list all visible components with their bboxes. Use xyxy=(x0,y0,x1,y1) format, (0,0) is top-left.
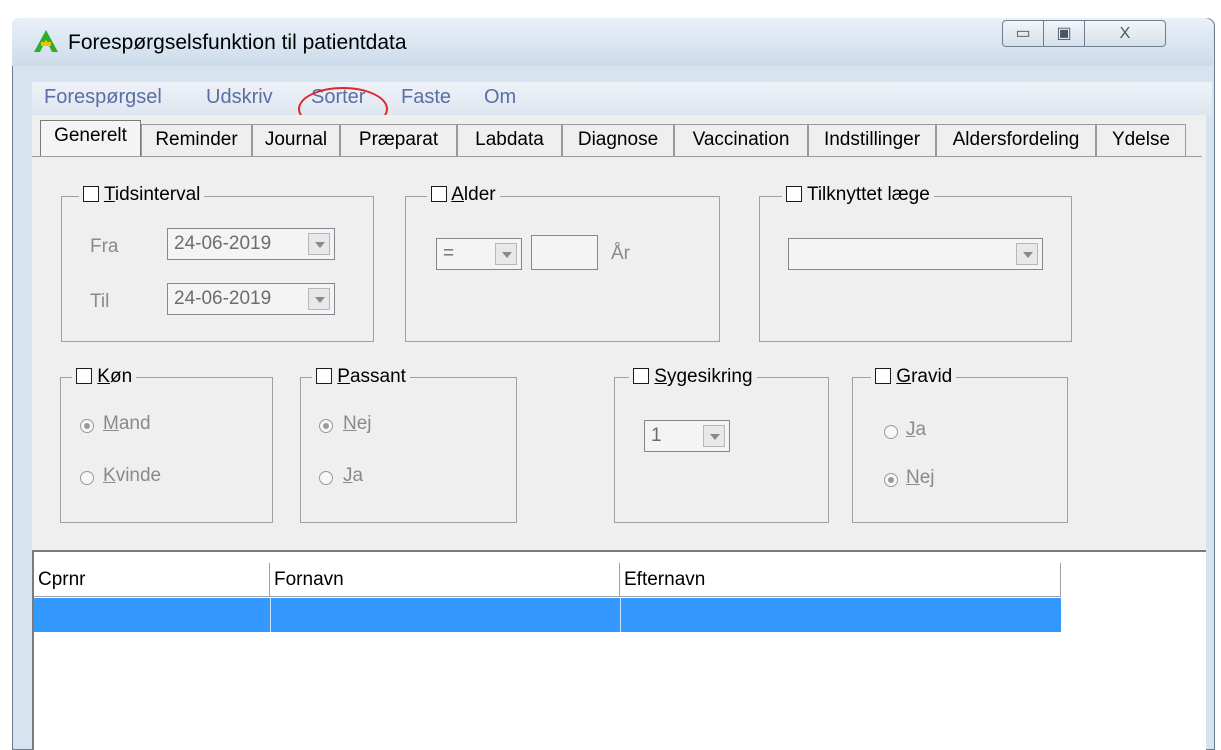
tab-labdata[interactable]: Labdata xyxy=(457,124,562,156)
fra-date-picker[interactable]: 24-06-2019 xyxy=(167,228,335,260)
minimize-button[interactable]: ▭ xyxy=(1002,20,1044,47)
koen-group xyxy=(60,377,273,523)
tilknyttet-laege-checkbox[interactable] xyxy=(786,186,802,202)
tidsinterval-checkbox[interactable] xyxy=(83,186,99,202)
cell-divider xyxy=(270,598,271,632)
alder-unit-label: År xyxy=(611,243,630,264)
app-logo-icon xyxy=(34,30,58,52)
koen-header: Køn xyxy=(72,366,137,388)
passant-checkbox[interactable] xyxy=(316,368,332,384)
alder-operator-value: = xyxy=(443,243,455,264)
menu-faste[interactable]: Faste xyxy=(401,86,451,109)
menu-om[interactable]: Om xyxy=(484,86,516,109)
til-date-value: 24-06-2019 xyxy=(174,288,272,309)
til-date-picker[interactable]: 24-06-2019 xyxy=(167,283,335,315)
column-header-cprnr[interactable]: Cprnr xyxy=(34,563,270,597)
gravid-nej-radio[interactable] xyxy=(884,473,898,487)
passant-ja-label: Ja xyxy=(343,465,364,486)
gravid-nej-label: Nej xyxy=(906,467,935,488)
alder-header: Alder xyxy=(427,184,500,206)
alder-operator-select[interactable]: = xyxy=(436,238,522,270)
koen-mand-label: Mand xyxy=(103,413,151,434)
maximize-button[interactable]: ▣ xyxy=(1043,20,1085,47)
sygesikring-header: Sygesikring xyxy=(629,366,757,388)
alder-value-input[interactable] xyxy=(531,235,598,270)
chevron-down-icon[interactable] xyxy=(703,425,725,447)
koen-kvinde-radio[interactable] xyxy=(80,471,94,485)
chevron-down-icon[interactable] xyxy=(495,243,517,265)
chevron-down-icon[interactable] xyxy=(308,233,330,255)
gravid-group xyxy=(852,377,1068,523)
til-label: Til xyxy=(90,291,110,312)
menu-udskriv[interactable]: Udskriv xyxy=(206,86,273,109)
fra-label: Fra xyxy=(90,236,119,257)
sygesikring-select[interactable]: 1 xyxy=(644,420,730,452)
tilknyttet-laege-select[interactable] xyxy=(788,238,1043,270)
passant-ja-radio[interactable] xyxy=(319,471,333,485)
tidsinterval-header: Tidsinterval xyxy=(79,184,205,206)
tab-vaccination[interactable]: Vaccination xyxy=(674,124,808,156)
tilknyttet-laege-header: Tilknyttet læge xyxy=(782,184,934,206)
tab-indstillinger[interactable]: Indstillinger xyxy=(808,124,936,156)
cell-divider xyxy=(620,598,621,632)
tidsinterval-group xyxy=(61,196,374,342)
tab-praeparat[interactable]: Præparat xyxy=(340,124,457,156)
tab-ydelse[interactable]: Ydelse xyxy=(1096,124,1186,156)
close-button[interactable]: X xyxy=(1084,20,1166,47)
koen-mand-radio[interactable] xyxy=(80,419,94,433)
gravid-ja-label: Ja xyxy=(906,419,927,440)
maximize-icon: ▣ xyxy=(1056,25,1072,42)
tab-journal[interactable]: Journal xyxy=(252,124,340,156)
gravid-ja-radio[interactable] xyxy=(884,425,898,439)
passant-header: Passant xyxy=(312,366,410,388)
tab-diagnose[interactable]: Diagnose xyxy=(562,124,674,156)
passant-group xyxy=(300,377,517,523)
close-icon: X xyxy=(1119,25,1131,42)
tab-divider xyxy=(32,156,1202,157)
menu-foresporgsel[interactable]: Forespørgsel xyxy=(44,86,162,109)
koen-kvinde-label: Kvinde xyxy=(103,465,162,486)
window-title: Forespørgselsfunktion til patientdata xyxy=(68,31,407,54)
fra-date-value: 24-06-2019 xyxy=(174,233,272,254)
tab-aldersfordeling[interactable]: Aldersfordeling xyxy=(936,124,1096,156)
column-header-fornavn[interactable]: Fornavn xyxy=(270,563,620,597)
koen-checkbox[interactable] xyxy=(76,368,92,384)
passant-nej-radio[interactable] xyxy=(319,419,333,433)
table-row[interactable] xyxy=(34,598,1061,632)
chevron-down-icon[interactable] xyxy=(1016,243,1038,265)
sygesikring-checkbox[interactable] xyxy=(633,368,649,384)
alder-checkbox[interactable] xyxy=(431,186,447,202)
gravid-checkbox[interactable] xyxy=(875,368,891,384)
gravid-header: Gravid xyxy=(871,366,957,388)
tab-generelt[interactable]: Generelt xyxy=(40,120,141,157)
passant-nej-label: Nej xyxy=(343,413,372,434)
column-header-efternavn[interactable]: Efternavn xyxy=(620,563,1061,597)
tab-reminder[interactable]: Reminder xyxy=(141,124,252,156)
minimize-icon: ▭ xyxy=(1015,25,1031,42)
chevron-down-icon[interactable] xyxy=(308,288,330,310)
sygesikring-value: 1 xyxy=(651,425,662,446)
